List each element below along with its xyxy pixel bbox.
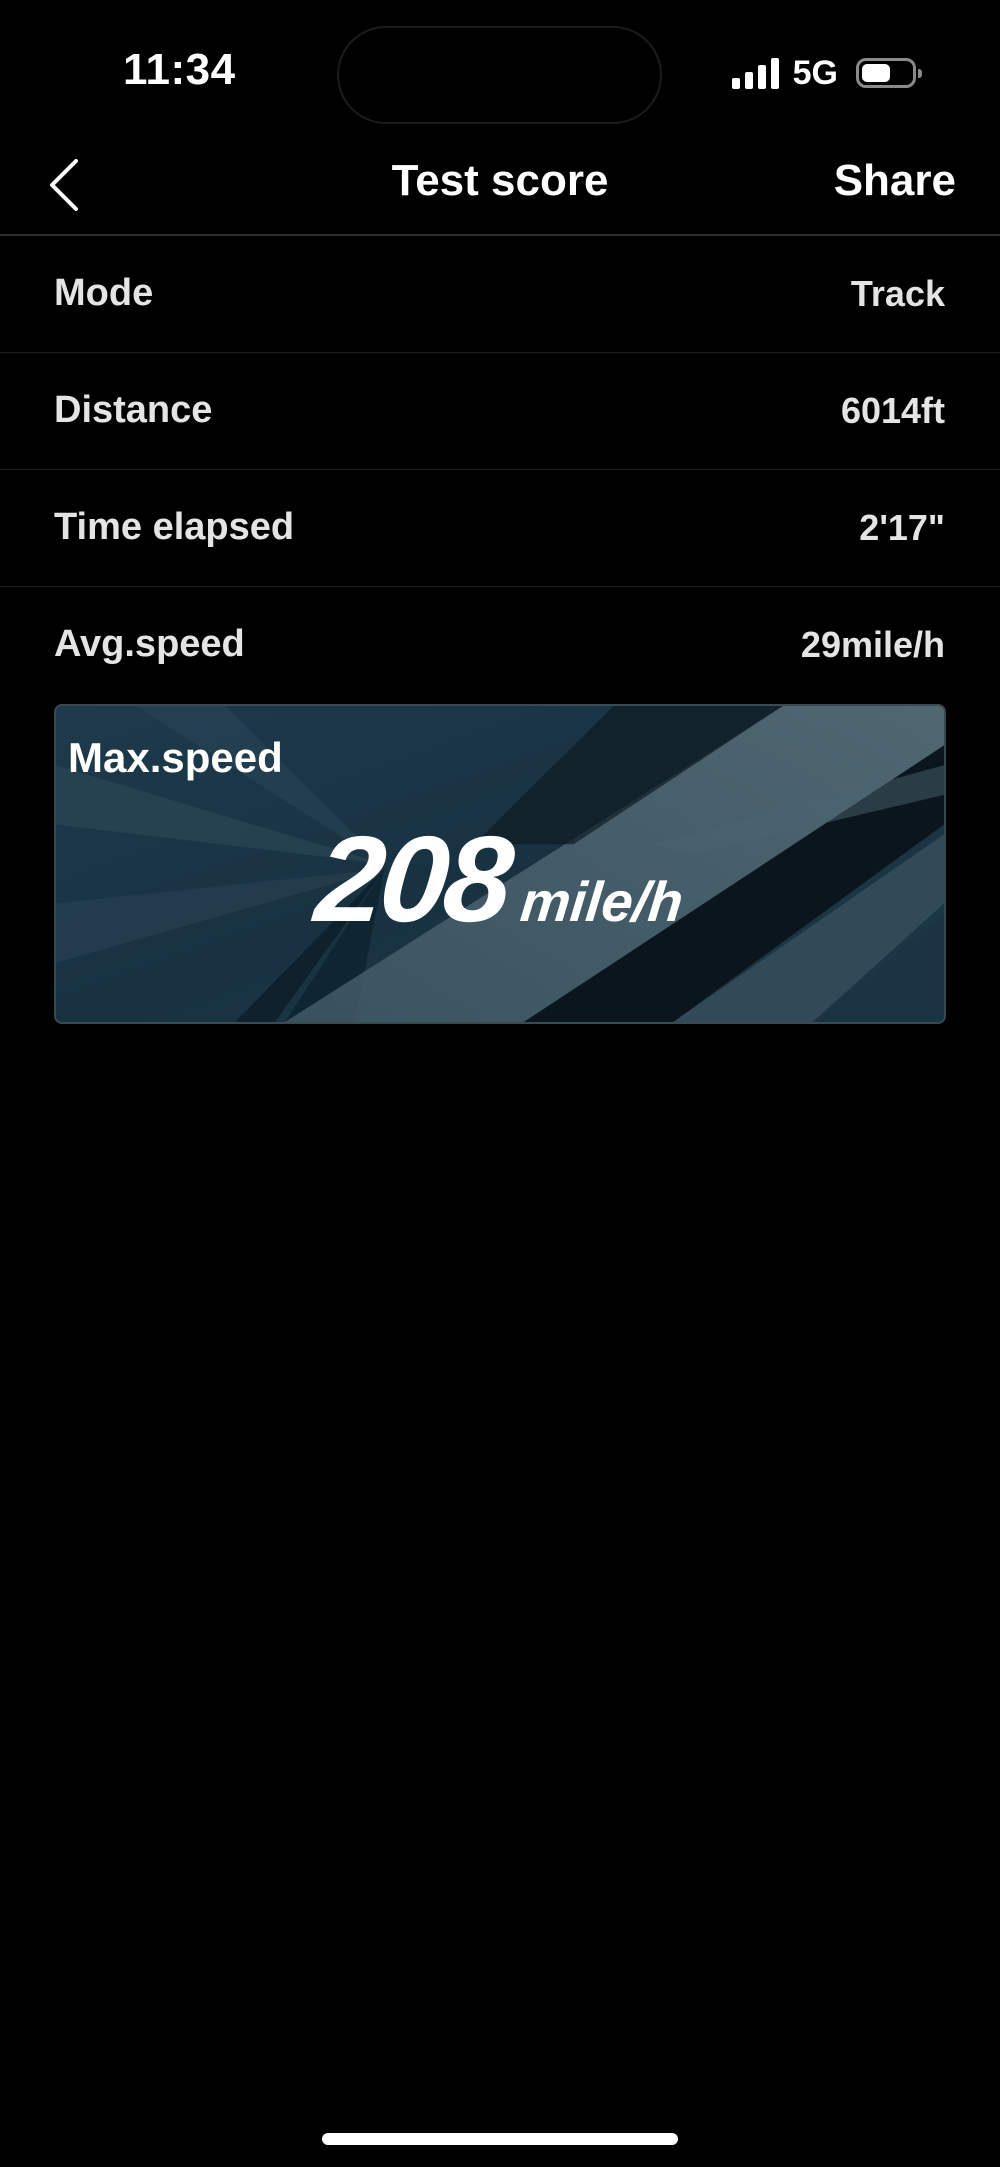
status-bar: 11:34 5G [0,0,1000,150]
stat-value: 29mile/h [800,624,945,665]
max-speed-label: Max.speed [68,734,283,781]
stat-value: Track [850,273,945,314]
screen: 11:34 5G Test score Share Mode Track Dis… [0,0,1000,2167]
stat-row-time-elapsed: Time elapsed 2'17" [0,470,1000,587]
stat-label: Time elapsed [54,506,295,548]
max-speed-value: 208 [310,811,517,947]
home-indicator[interactable] [322,2133,678,2145]
stat-label: Distance [54,389,213,431]
stats-list: Mode Track Distance 6014ft Time elapsed … [0,236,1000,704]
share-button[interactable]: Share [834,152,956,209]
signal-icon [731,57,779,89]
network-type: 5G [792,54,838,92]
stat-value: 6014ft [840,390,945,431]
battery-icon [856,58,922,88]
stat-label: Mode [54,272,154,314]
stat-row-distance: Distance 6014ft [0,353,1000,470]
stat-row-avg-speed: Avg.speed 29mile/h [0,587,1000,704]
max-speed-card: Max.speed 208mile/h [54,704,946,1024]
status-icons: 5G [731,54,922,92]
battery-level [862,64,890,82]
navigation-bar: Test score Share [0,140,1000,236]
stat-label: Avg.speed [54,623,245,665]
max-speed-readout: 208mile/h [56,811,944,947]
dynamic-island [337,26,662,124]
status-time: 11:34 [123,45,236,94]
stat-value: 2'17" [859,507,945,548]
stat-row-mode: Mode Track [0,236,1000,353]
max-speed-unit: mile/h [517,870,686,933]
